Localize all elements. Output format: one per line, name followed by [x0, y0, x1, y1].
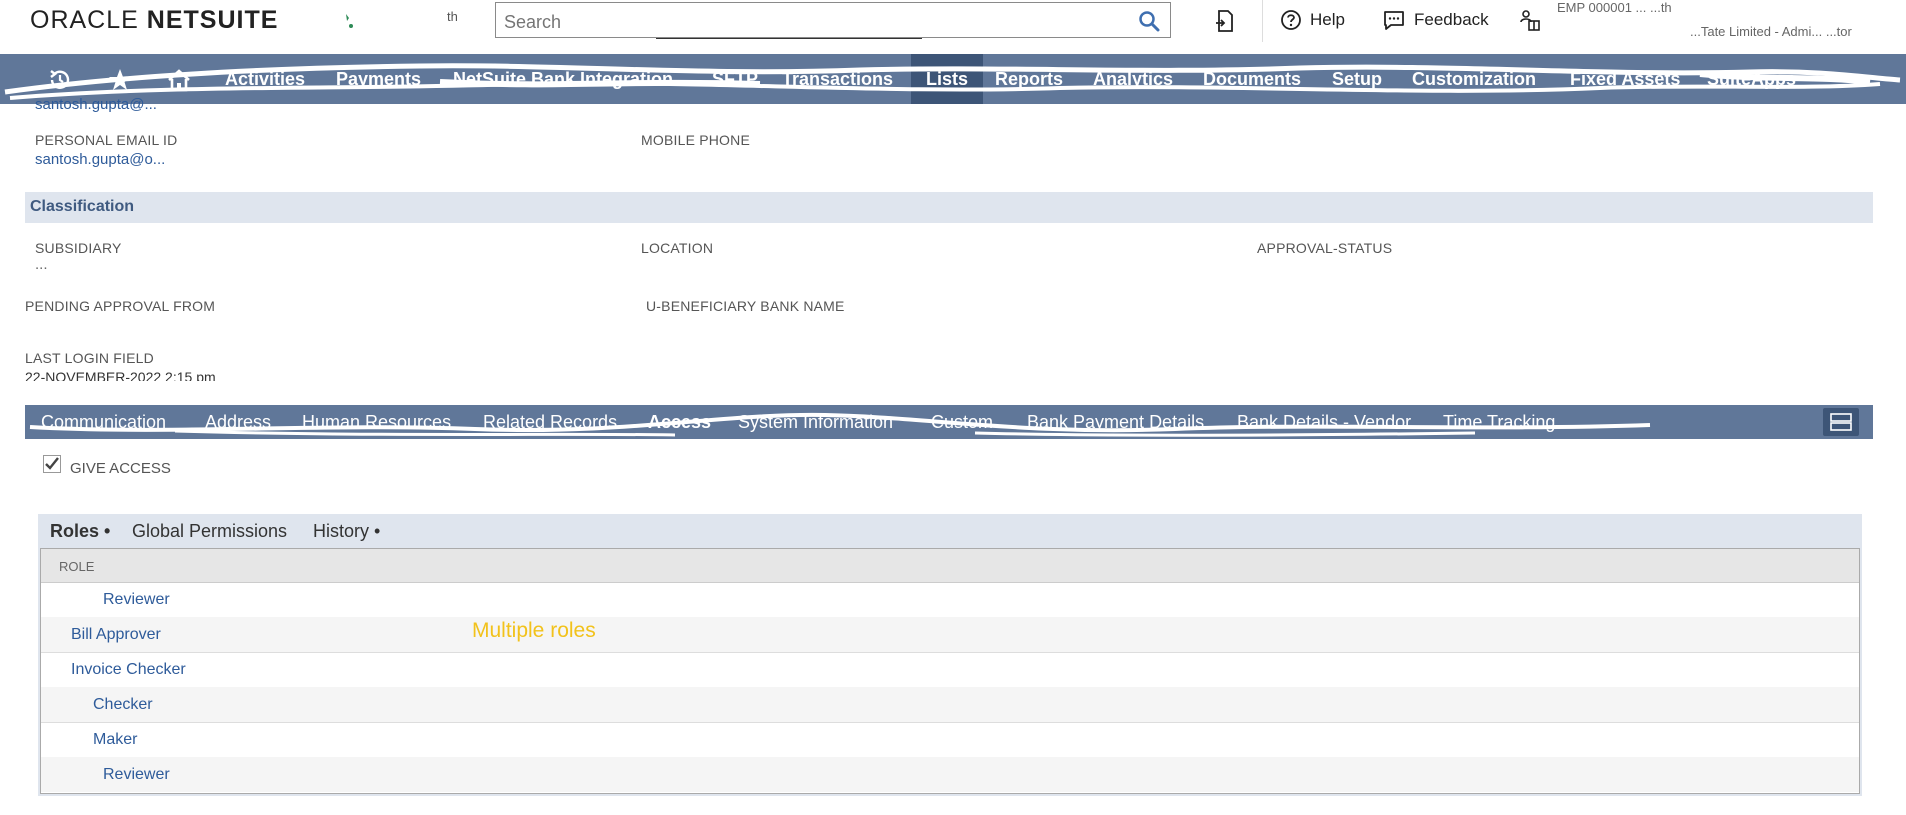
subtab-communication[interactable]: Communication [41, 412, 166, 433]
subsidiary-value: ... [35, 256, 48, 273]
email-value[interactable]: santosh.gupta@... [35, 96, 157, 113]
subtab-address[interactable]: Address [205, 412, 271, 433]
help-button[interactable]: Help [1280, 9, 1345, 31]
feedback-button[interactable]: Feedback [1382, 9, 1489, 31]
nav-setup[interactable]: Setup [1332, 54, 1382, 104]
user-role[interactable]: ...Tate Limited - Admi... ...tor [1690, 24, 1852, 39]
nav-activities[interactable]: Activities [225, 54, 305, 104]
classification-title: Classification [30, 198, 135, 215]
record-subtabs: Communication Address Human Resources Re… [25, 405, 1873, 439]
nav-documents[interactable]: Documents [1203, 54, 1301, 104]
subtab-bank-payment-details[interactable]: Bank Payment Details [1027, 412, 1204, 433]
nav-netsuite-bank-integration[interactable]: NetSuite Bank Integration [453, 54, 673, 104]
subtab-bank-details-vendor[interactable]: Bank Details - Vendor [1237, 412, 1411, 433]
nav-fixed-assets[interactable]: Fixed Assets [1570, 54, 1680, 104]
logo-netsuite-text: NETSUITE [146, 6, 279, 34]
subsidiary-label: SUBSIDIARY [35, 240, 122, 256]
home-icon[interactable] [166, 67, 192, 93]
table-row: Bill Approver [41, 617, 1859, 653]
last-login-label: LAST LOGIN FIELD [25, 350, 154, 366]
company-name-fragment: th [447, 9, 458, 24]
recent-records-button[interactable] [1213, 9, 1237, 35]
toolbar-divider [1262, 0, 1263, 42]
classification-section-header[interactable]: Classification [25, 192, 1873, 223]
recent-records-icon [1216, 10, 1233, 32]
company-logo-icon [346, 14, 353, 28]
feedback-icon [1384, 11, 1404, 30]
search-input[interactable] [502, 9, 1106, 35]
top-header: ORACLE NETSUITE th Help Feedback [0, 0, 1906, 54]
nav-transactions[interactable]: Transactions [782, 54, 893, 104]
give-access-label: GIVE ACCESS [70, 460, 171, 477]
pending-approval-label: PENDING APPROVAL FROM [25, 298, 216, 314]
favorites-star-icon[interactable] [107, 67, 133, 93]
nav-more-menu[interactable]: ••• [1846, 54, 1868, 104]
role-link[interactable]: Reviewer [103, 591, 170, 609]
role-link[interactable]: Maker [93, 731, 137, 749]
panel-tab-roles[interactable]: Roles • [50, 521, 110, 542]
role-link[interactable]: Bill Approver [71, 626, 161, 644]
subtab-system-information[interactable]: System Information [738, 412, 893, 433]
oracle-netsuite-logo[interactable]: ORACLE NETSUITE [30, 6, 278, 35]
personal-email-label: PERSONAL EMAIL ID [35, 132, 178, 148]
table-row: Reviewer [41, 582, 1859, 618]
role-link[interactable]: Invoice Checker [71, 661, 186, 679]
location-label: LOCATION [641, 240, 714, 256]
approval-status-label: APPROVAL-STATUS [1257, 240, 1393, 256]
mobile-phone-label: MOBILE PHONE [641, 132, 750, 148]
personal-email-value[interactable]: santosh.gupta@o... [35, 151, 165, 168]
roles-table: ROLE Reviewer Bill Approver Invoice Chec… [40, 548, 1860, 794]
nav-analytics[interactable]: Analytics [1093, 54, 1173, 104]
panel-tab-history[interactable]: History • [313, 521, 380, 542]
nav-customization[interactable]: Customization [1412, 54, 1536, 104]
role-link[interactable]: Reviewer [103, 766, 170, 784]
search-underline [656, 38, 922, 39]
subtab-human-resources[interactable]: Human Resources [302, 412, 451, 433]
role-column-header[interactable]: ROLE [59, 559, 94, 574]
help-label: Help [1310, 10, 1345, 29]
recent-icon[interactable] [47, 67, 73, 93]
panel-tab-global-permissions[interactable]: Global Permissions [132, 521, 287, 542]
nav-payments[interactable]: Payments [336, 54, 421, 104]
subtab-access[interactable]: Access [648, 412, 711, 433]
nav-lists[interactable]: Lists [911, 54, 984, 104]
search-icon[interactable] [1138, 10, 1160, 32]
checkmark-icon [45, 457, 59, 470]
subtab-custom[interactable]: Custom [931, 412, 993, 433]
multiple-roles-annotation: Multiple roles [472, 619, 596, 642]
give-access-checkbox[interactable] [43, 455, 61, 473]
subtab-layout-toggle[interactable] [1823, 408, 1859, 436]
logo-oracle-text: ORACLE [30, 6, 147, 34]
nav-suiteapps[interactable]: SuiteApps [1707, 54, 1796, 104]
roles-table-header: ROLE [41, 549, 1859, 583]
last-login-value: 22-NOVEMBER-2022 2:15 pm [25, 369, 216, 381]
table-row: Invoice Checker [41, 652, 1859, 688]
help-icon [1281, 10, 1301, 30]
table-row: Reviewer [41, 757, 1859, 792]
feedback-label: Feedback [1414, 10, 1489, 29]
main-navigation: Activities Payments NetSuite Bank Integr… [0, 54, 1906, 104]
table-row: Checker [41, 687, 1859, 723]
table-row: Maker [41, 722, 1859, 758]
role-link[interactable]: Checker [93, 696, 153, 714]
subtab-related-records[interactable]: Related Records [483, 412, 617, 433]
subtab-time-tracking[interactable]: Time Tracking [1443, 412, 1555, 433]
nav-sftp[interactable]: SFTP [712, 54, 758, 104]
roles-switch-icon[interactable] [1518, 8, 1542, 32]
layout-toggle-icon [1830, 413, 1852, 431]
beneficiary-bank-label: U-BENEFICIARY BANK NAME [646, 298, 845, 314]
global-search[interactable] [495, 2, 1171, 38]
user-name[interactable]: EMP 000001 ... ...th [1557, 0, 1672, 15]
nav-reports[interactable]: Reports [995, 54, 1063, 104]
